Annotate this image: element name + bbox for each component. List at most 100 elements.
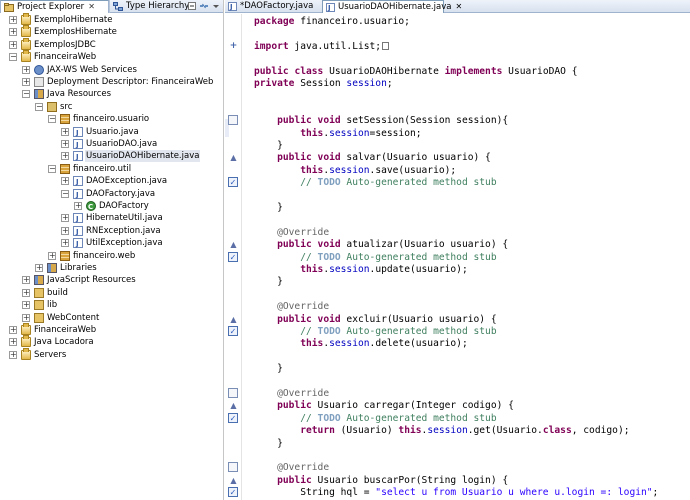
collapse-icon[interactable]: − (48, 164, 56, 173)
tab-daofactory[interactable]: *DAOFactory.java (225, 0, 321, 13)
collapse-icon[interactable]: − (9, 53, 17, 62)
code-line[interactable]: public void salvar(Usuario usuario) { (254, 152, 491, 164)
expand-icon[interactable]: + (22, 301, 30, 310)
tree-item[interactable]: + Servers (0, 347, 223, 361)
expand-fold-icon[interactable]: + (228, 41, 239, 52)
code-line[interactable]: } (254, 438, 283, 450)
code-line[interactable]: public void setSession(Session session){ (254, 115, 508, 127)
close-icon[interactable]: ✕ (455, 2, 462, 11)
tree-item[interactable]: + build (0, 287, 223, 299)
occurrence-marker-icon[interactable] (228, 462, 238, 473)
tree-item[interactable]: + financeiro.web (0, 250, 223, 262)
code-line[interactable]: @Override (254, 462, 329, 474)
expand-icon[interactable]: + (61, 239, 69, 248)
expand-icon[interactable]: + (74, 202, 82, 210)
expand-icon[interactable]: + (22, 313, 30, 322)
occurrence-marker-icon[interactable] (228, 115, 238, 126)
code-line[interactable]: } (254, 276, 283, 288)
link-with-editor-icon[interactable] (199, 1, 209, 11)
code-line[interactable]: // TODO Auto-generated method stub (254, 413, 496, 425)
tab-type-hierarchy[interactable]: Type Hierarchy (109, 0, 189, 13)
tree-item[interactable]: + JAX-WS Web Services (0, 64, 223, 76)
code-area[interactable]: package financeiro.usuario; import java.u… (254, 14, 690, 500)
collapse-icon[interactable]: − (48, 115, 56, 124)
expand-icon[interactable]: + (9, 338, 17, 347)
task-marker-icon[interactable]: ✓ (228, 251, 238, 262)
code-line[interactable]: @Override (254, 227, 329, 239)
code-line[interactable]: // TODO Auto-generated method stub (254, 252, 496, 264)
close-icon[interactable]: ✕ (88, 2, 95, 11)
override-marker-icon[interactable]: ▲ (228, 239, 239, 250)
view-menu-icon[interactable] (211, 1, 221, 11)
code-line[interactable]: return (Usuario) this.session.get(Usuari… (254, 425, 629, 437)
expand-icon[interactable]: + (35, 264, 43, 272)
code-line[interactable]: package financeiro.usuario; (254, 16, 410, 28)
override-marker-icon[interactable]: ▲ (228, 152, 239, 163)
code-line[interactable]: this.session=session; (254, 128, 421, 140)
expand-icon[interactable]: + (22, 78, 30, 86)
code-line[interactable]: public Usuario buscarPor(String login) { (254, 475, 508, 487)
tree-item[interactable]: + WebContent (0, 312, 223, 324)
tree-item[interactable]: + Libraries (0, 262, 223, 274)
tree-item[interactable]: + lib (0, 299, 223, 311)
expand-icon[interactable]: + (61, 177, 69, 186)
override-marker-icon[interactable]: ▲ (228, 400, 239, 411)
task-marker-icon[interactable]: ✓ (228, 177, 238, 188)
tree-item[interactable]: − DAOFactory.java (0, 188, 223, 201)
tree-item[interactable]: + UtilException.java (0, 237, 223, 250)
tree-item[interactable]: + DAOFactory (0, 200, 223, 213)
code-line[interactable]: String hql = "select u from Usuario u wh… (254, 487, 658, 499)
tree-item[interactable]: + Deployment Descriptor: FinanceiraWeb (0, 76, 223, 88)
collapse-icon[interactable]: − (35, 102, 43, 111)
code-line[interactable]: public void atualizar(Usuario usuario) { (254, 239, 508, 251)
code-line[interactable]: @Override (254, 388, 329, 400)
tree-item[interactable]: − FinanceiraWeb (0, 50, 223, 63)
tree-item[interactable]: + UsuarioDAO.java (0, 138, 223, 151)
tree-item[interactable]: + RNException.java (0, 225, 223, 238)
override-marker-icon[interactable]: ▲ (228, 475, 239, 486)
task-marker-icon[interactable]: ✓ (228, 412, 238, 423)
tree-item[interactable]: + DAOException.java (0, 175, 223, 188)
folded-imports-icon[interactable] (382, 41, 390, 50)
task-marker-icon[interactable]: ✓ (228, 326, 238, 336)
code-line[interactable]: this.session.delete(usuario); (254, 338, 468, 350)
tree-item[interactable]: − financeiro.usuario (0, 113, 223, 125)
tab-usuariodaohibernate[interactable]: UsuarioDAOHibernate.java✕ (322, 0, 462, 14)
tree-item[interactable]: + HibernateUtil.java (0, 212, 223, 225)
code-line[interactable]: } (254, 363, 283, 375)
expand-icon[interactable]: + (22, 288, 30, 297)
code-line[interactable]: this.session.update(usuario); (254, 264, 468, 276)
code-line[interactable]: public Usuario carregar(Integer codigo) … (254, 400, 514, 412)
code-line[interactable]: this.session.save(usuario); (254, 165, 456, 177)
tree-item[interactable]: + ExemplosJDBC (0, 37, 223, 51)
expand-icon[interactable]: + (61, 226, 69, 235)
expand-icon[interactable]: + (22, 65, 30, 74)
tree-item[interactable]: − Java Resources (0, 88, 223, 100)
expand-icon[interactable]: + (9, 16, 17, 24)
code-line[interactable]: private Session session; (254, 78, 393, 90)
code-line[interactable]: } (254, 140, 283, 152)
code-line[interactable]: // TODO Auto-generated method stub (254, 177, 496, 189)
expand-icon[interactable]: + (9, 350, 17, 359)
expand-icon[interactable]: + (9, 28, 17, 37)
expand-icon[interactable]: + (9, 40, 17, 49)
code-line[interactable]: @Override (254, 301, 329, 313)
tree-item[interactable]: + ExemplosHibernate (0, 25, 223, 38)
expand-icon[interactable]: + (61, 214, 69, 223)
expand-icon[interactable]: + (61, 152, 69, 161)
expand-icon[interactable]: + (61, 140, 69, 148)
tree-item[interactable]: − financeiro.util (0, 163, 223, 175)
tree-item[interactable]: + Usuario.java (0, 126, 223, 139)
expand-icon[interactable]: + (61, 127, 69, 136)
collapse-icon[interactable]: − (61, 189, 69, 198)
tree-item[interactable]: + JavaScript Resources (0, 274, 223, 286)
code-line[interactable]: // TODO Auto-generated method stub (254, 326, 496, 338)
task-marker-icon[interactable]: ✓ (228, 487, 238, 498)
tree-item[interactable]: + ExemploHibernate (0, 13, 223, 26)
code-line[interactable]: } (254, 202, 283, 214)
tree-item[interactable]: + UsuarioDAOHibernate.java (0, 150, 223, 163)
override-marker-icon[interactable]: ▲ (228, 314, 239, 325)
expand-icon[interactable]: + (22, 276, 30, 285)
collapse-icon[interactable]: − (22, 90, 30, 99)
code-line[interactable]: import java.util.List; (254, 41, 390, 53)
